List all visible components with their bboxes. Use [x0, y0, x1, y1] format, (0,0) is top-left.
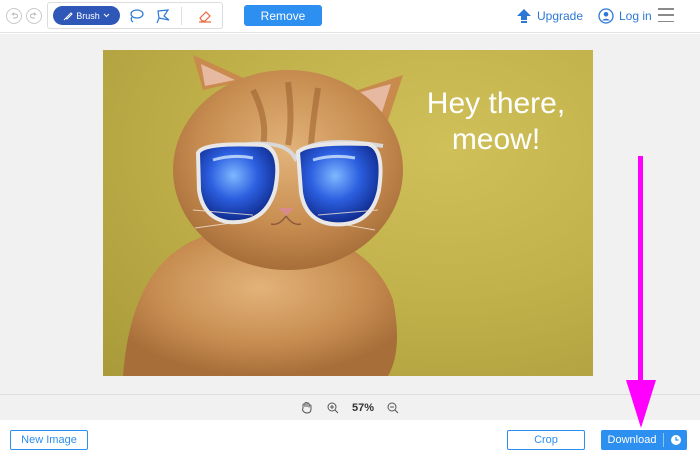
- undo-icon: [11, 12, 18, 19]
- overlay-caption-line1: Hey there,: [426, 87, 566, 120]
- undo-button[interactable]: [6, 8, 22, 24]
- download-history-button[interactable]: [664, 434, 687, 446]
- zoom-in-icon: [327, 402, 339, 413]
- brush-button[interactable]: Brush: [53, 6, 120, 25]
- zoom-in-button[interactable]: [326, 401, 340, 415]
- hand-icon: [302, 402, 312, 414]
- upgrade-link[interactable]: Upgrade: [516, 7, 583, 25]
- download-label: Download: [607, 434, 657, 446]
- top-toolbar: Brush Remove Upgrade Log in: [0, 0, 700, 33]
- kitten-photo[interactable]: Hey there, meow!: [103, 50, 593, 376]
- hand-tool-button[interactable]: [300, 401, 314, 415]
- zoom-controls: 57%: [0, 394, 700, 420]
- lasso-tool[interactable]: [127, 7, 145, 25]
- chevron-down-icon: [103, 13, 110, 18]
- brush-label: Brush: [76, 10, 100, 21]
- tool-divider: [181, 7, 182, 25]
- zoom-level: 57%: [351, 401, 375, 414]
- login-link[interactable]: Log in: [598, 7, 652, 25]
- eraser-icon: [199, 11, 211, 23]
- editor-canvas: Hey there, meow!: [0, 34, 700, 394]
- clock-icon: [670, 435, 681, 445]
- hamburger-menu-icon[interactable]: [658, 8, 674, 22]
- polygon-lasso-icon: [156, 9, 170, 24]
- overlay-caption-line2: meow!: [451, 123, 541, 156]
- download-button[interactable]: Download: [601, 430, 687, 450]
- user-icon: [598, 8, 614, 24]
- overlay-caption: Hey there, meow!: [401, 86, 591, 158]
- redo-icon: [30, 12, 37, 19]
- remove-button[interactable]: Remove: [244, 5, 322, 26]
- lasso-icon: [130, 9, 144, 23]
- login-label: Log in: [619, 9, 652, 23]
- zoom-out-button[interactable]: [386, 401, 400, 415]
- brush-icon: [63, 11, 73, 20]
- polygon-lasso-tool[interactable]: [154, 7, 172, 25]
- new-image-button[interactable]: New Image: [10, 430, 88, 450]
- upgrade-arrow-icon: [517, 9, 531, 23]
- bottom-action-bar: New Image Crop Download: [0, 420, 700, 455]
- upgrade-label: Upgrade: [537, 9, 584, 23]
- selection-tool-group: Brush: [47, 2, 223, 29]
- crop-button[interactable]: Crop: [507, 430, 585, 450]
- redo-button[interactable]: [26, 8, 42, 24]
- zoom-out-icon: [387, 402, 399, 413]
- eraser-tool[interactable]: [196, 7, 214, 25]
